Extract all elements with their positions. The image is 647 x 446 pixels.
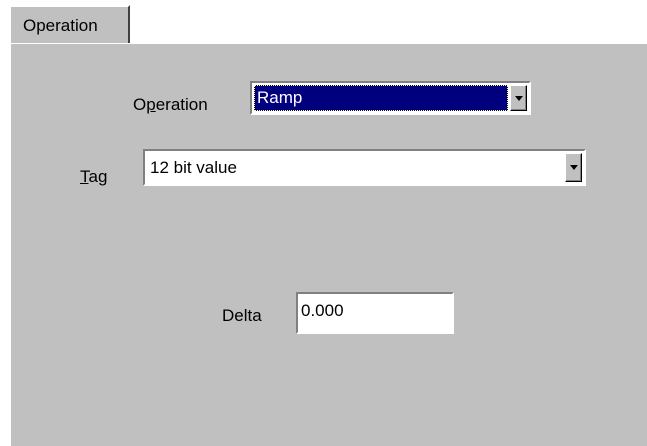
tag-select-value: 12 bit value: [150, 158, 237, 177]
tag-label: Tag: [80, 167, 108, 186]
delta-input[interactable]: 0.000: [296, 292, 454, 334]
operation-label: Operation: [133, 95, 208, 114]
tag-select[interactable]: 12 bit value: [143, 149, 586, 186]
operation-select-value: Ramp: [254, 85, 508, 111]
tab-operation-label: Operation: [23, 16, 98, 35]
tab-operation[interactable]: Operation: [9, 5, 130, 43]
delta-label: Delta: [222, 306, 262, 325]
tab-panel-operation: Operation Ramp Tag 12 bit value Delta 0.…: [9, 42, 647, 446]
chevron-down-icon: [569, 165, 578, 170]
operation-dropdown-button[interactable]: [510, 85, 527, 111]
chevron-down-icon: [514, 95, 523, 101]
tag-dropdown-button[interactable]: [565, 153, 582, 182]
operation-select[interactable]: Ramp: [250, 81, 531, 115]
